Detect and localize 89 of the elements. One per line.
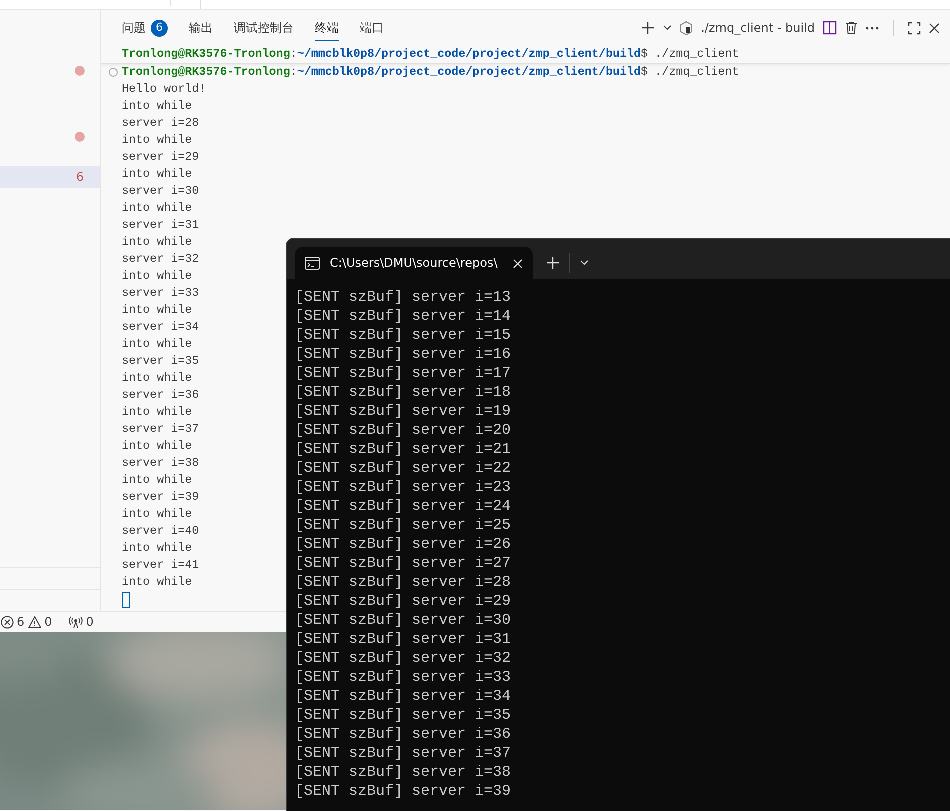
terminal-output-line: into while [122, 132, 192, 149]
console-output-line: [SENT szBuf] server i=33 [295, 668, 512, 687]
prompt-line: Tronlong@RK3576-Tronlong:~/mmcblk0p8/project_code/project/zmp_client/build$ ./zmq_client [122, 46, 740, 63]
more-icon[interactable] [866, 26, 879, 30]
console-output-line: [SENT szBuf] server i=31 [295, 630, 512, 649]
chevron-down-icon[interactable] [663, 25, 672, 31]
console-output-line: [SENT szBuf] server i=22 [295, 459, 512, 478]
terminal-output-line: into while [122, 302, 192, 319]
terminal-output-line: into while [122, 472, 192, 489]
close-icon [513, 258, 523, 269]
console-output-line: [SENT szBuf] server i=15 [295, 326, 512, 345]
breakpoint-icon [75, 66, 85, 76]
console-output-line: [SENT szBuf] server i=36 [295, 725, 512, 744]
breakpoint-icon [75, 132, 85, 142]
console-output-line: [SENT szBuf] server i=32 [295, 649, 512, 668]
add-icon[interactable] [641, 21, 656, 35]
terminal-output-line: server i=37 [122, 421, 200, 438]
console-output-line: [SENT szBuf] server i=35 [295, 706, 512, 725]
console-output-line: [SENT szBuf] server i=23 [295, 478, 512, 497]
terminal-output-line: into while [122, 404, 192, 421]
terminal-name[interactable]: ./zmq_client - build [701, 19, 815, 37]
terminal-output-line: server i=41 [122, 557, 200, 574]
panel-tab[interactable]: 输出 [189, 15, 213, 41]
terminal-output-line: server i=28 [122, 115, 200, 132]
trash-icon[interactable] [845, 21, 858, 35]
terminal-output-line: into while [122, 506, 192, 523]
console-output-line: [SENT szBuf] server i=14 [295, 307, 512, 326]
console-output-line: [SENT szBuf] server i=19 [295, 402, 512, 421]
console-output-line: [SENT szBuf] server i=39 [295, 782, 512, 801]
console-output-line: [SENT szBuf] server i=27 [295, 554, 512, 573]
console-output-line: [SENT szBuf] server i=21 [295, 440, 512, 459]
terminal-output-line: into while [122, 98, 192, 115]
console-output-line: [SENT szBuf] server i=17 [295, 364, 512, 383]
console-output-line: [SENT szBuf] server i=20 [295, 421, 512, 440]
prompt-line: Tronlong@RK3576-Tronlong:~/mmcblk0p8/project_code/project/zmp_client/build$ ./zmq_client [122, 64, 740, 81]
console-output-line: [SENT szBuf] server i=16 [295, 345, 512, 364]
console-output-line: [SENT szBuf] server i=24 [295, 497, 512, 516]
close-icon[interactable] [929, 22, 940, 34]
console-output-line: [SENT szBuf] server i=34 [295, 687, 512, 706]
terminal-output-line: into while [122, 370, 192, 387]
text-cursor [122, 592, 130, 608]
console-output-line: [SENT szBuf] server i=18 [295, 383, 512, 402]
ports-status[interactable]: 0 [69, 613, 94, 631]
terminal-tab[interactable]: C:\Users\DMU\source\repos\ [295, 247, 533, 279]
console-output-line: [SENT szBuf] server i=38 [295, 763, 512, 782]
warning-icon [28, 616, 42, 628]
console-icon [305, 256, 320, 270]
terminal-output-line: into while [122, 336, 192, 353]
broadcast-icon [69, 616, 84, 628]
console-output-line: [SENT szBuf] server i=25 [295, 516, 512, 535]
terminal-output-line: server i=32 [122, 251, 200, 268]
terminal-output-line: into while [122, 574, 192, 591]
add-icon [547, 257, 559, 269]
terminal-output-line: server i=33 [122, 285, 200, 302]
console-output-line: [SENT szBuf] server i=26 [295, 535, 512, 554]
terminal-output-line: into while [122, 268, 192, 285]
panel-tab[interactable]: 端口 [360, 15, 384, 41]
terminal-output-line: into while [122, 540, 192, 557]
terminal-output-line: into while [122, 438, 192, 455]
terminal-output-line: server i=38 [122, 455, 200, 472]
count-badge: 6 [151, 20, 168, 36]
tab-title: C:\Users\DMU\source\repos\ [330, 255, 498, 272]
split-icon[interactable] [823, 21, 837, 35]
terminal-output-line: server i=36 [122, 387, 200, 404]
maximize-icon[interactable] [908, 22, 921, 34]
terminal-output-line: server i=30 [122, 183, 200, 200]
terminal-output-line: into while [122, 234, 192, 251]
terminal-output-line: into while [122, 166, 192, 183]
problem-count-row[interactable]: 6 [0, 166, 100, 188]
terminal-icon [680, 20, 694, 36]
console-output-line: [SENT szBuf] server i=29 [295, 592, 512, 611]
terminal-output-line: Hello world! [122, 81, 206, 98]
terminal-output-line: into while [122, 200, 192, 217]
problems-status[interactable]: 6 0 [1, 613, 52, 631]
panel-tab[interactable]: 终端 [315, 15, 339, 41]
console-output-line: [SENT szBuf] server i=30 [295, 611, 512, 630]
chevron-down-icon [580, 260, 589, 266]
terminal-output-line: server i=40 [122, 523, 200, 540]
panel-tab[interactable]: 问题 6 [122, 15, 168, 41]
console-output-line: [SENT szBuf] server i=13 [295, 288, 512, 307]
console-output-line: [SENT szBuf] server i=37 [295, 744, 512, 763]
terminal-output-line: server i=35 [122, 353, 200, 370]
panel-tab[interactable]: 调试控制台 [234, 15, 294, 41]
error-icon [1, 616, 14, 628]
console-output-line: [SENT szBuf] server i=28 [295, 573, 512, 592]
terminal-output-line: server i=29 [122, 149, 200, 166]
terminal-output-line: server i=34 [122, 319, 200, 336]
terminal-output-line: server i=31 [122, 217, 200, 234]
terminal-output-line: server i=39 [122, 489, 200, 506]
